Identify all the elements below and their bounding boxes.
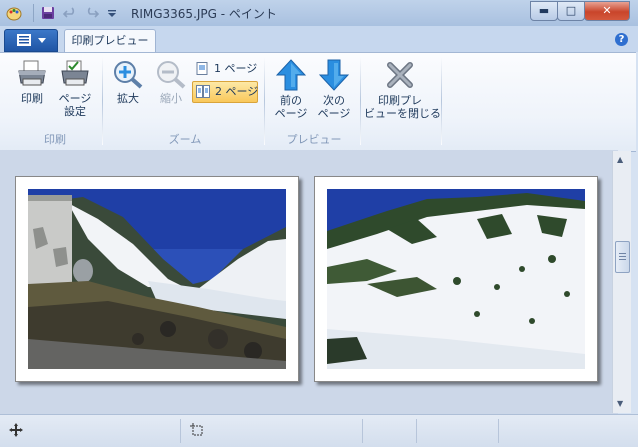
group-label-print: 印刷 — [44, 133, 66, 146]
selection-size-icon — [190, 423, 203, 436]
status-bar — [0, 414, 638, 447]
maximize-icon: □ — [565, 4, 577, 17]
close-print-preview-button[interactable]: 印刷プレ ビューを閉じる — [364, 59, 441, 120]
zoom-out-label: 縮小 — [160, 92, 182, 105]
vertical-scrollbar[interactable]: ▲ ▼ — [612, 151, 631, 413]
previous-page-button[interactable]: 前の ページ — [270, 59, 312, 120]
one-page-label: 1 ページ — [214, 62, 258, 75]
title-divider — [33, 4, 34, 22]
app-menu-button[interactable] — [4, 29, 58, 52]
undo-icon[interactable] — [62, 5, 78, 21]
save-icon[interactable] — [40, 5, 56, 21]
ribbon-panel: 印刷 ページ 設定 印刷 拡大 縮小 1 ページ 2 ページ ズーム 前の ペー… — [0, 52, 636, 152]
scroll-up-icon[interactable]: ▲ — [617, 155, 623, 164]
ribbon-separator — [441, 57, 442, 145]
scroll-thumb[interactable] — [615, 241, 630, 273]
minimize-icon: ▬ — [538, 4, 550, 17]
printer-icon — [18, 60, 46, 86]
window-title: RIMG3365.JPG - ペイント — [131, 7, 277, 21]
close-x-icon — [387, 62, 413, 88]
app-menu-icon — [17, 34, 31, 46]
scroll-down-icon[interactable]: ▼ — [617, 399, 623, 408]
mountain-snow-photo-2 — [327, 189, 585, 369]
redo-icon[interactable] — [84, 5, 100, 21]
print-button[interactable]: 印刷 — [12, 59, 52, 105]
dropdown-arrow-icon[interactable] — [104, 5, 120, 21]
next-page-label-1: 次の — [323, 94, 345, 107]
ribbon-tab-bar: 印刷プレビュー ? — [0, 26, 638, 53]
zoom-in-icon — [114, 61, 143, 89]
ribbon-separator — [102, 57, 103, 145]
status-cell-selection — [182, 419, 363, 443]
close-preview-label-1: 印刷プレ — [378, 94, 422, 107]
ribbon-separator — [360, 57, 361, 145]
print-label: 印刷 — [21, 92, 43, 105]
preview-page-2 — [314, 176, 598, 382]
zoom-out-button[interactable]: 縮小 — [151, 59, 191, 105]
two-page-button[interactable]: 2 ページ — [192, 81, 258, 103]
preview-page-1 — [15, 176, 299, 382]
page-setup-label-2: 設定 — [64, 105, 86, 118]
status-cell-position — [0, 419, 181, 443]
page-setup-icon — [61, 60, 89, 86]
next-page-button[interactable]: 次の ページ — [313, 59, 355, 120]
arrow-down-icon — [318, 59, 350, 91]
close-preview-label-2: ビューを閉じる — [364, 107, 441, 120]
close-button[interactable]: ✕ — [584, 1, 630, 21]
move-cursor-icon — [9, 423, 23, 437]
one-page-button[interactable]: 1 ページ — [192, 59, 278, 79]
zoom-out-icon — [157, 61, 186, 89]
minimize-button[interactable]: ▬ — [530, 1, 558, 21]
chevron-down-icon — [38, 38, 46, 43]
help-icon[interactable]: ? — [615, 33, 628, 46]
close-icon: ✕ — [602, 4, 612, 17]
status-cell — [418, 419, 499, 443]
page-setup-label-1: ページ — [58, 92, 92, 105]
one-page-icon — [196, 62, 208, 75]
mountain-snow-photo-1 — [28, 189, 286, 369]
zoom-in-label: 拡大 — [117, 92, 139, 105]
two-page-label: 2 ページ — [215, 85, 259, 98]
two-page-icon — [196, 85, 210, 98]
next-page-label-2: ページ — [317, 107, 351, 120]
ribbon-separator — [264, 57, 265, 145]
title-bar: RIMG3365.JPG - ペイント ▬ □ ✕ — [0, 0, 638, 27]
zoom-in-button[interactable]: 拡大 — [108, 59, 148, 105]
group-label-zoom: ズーム — [168, 133, 202, 146]
arrow-up-icon — [275, 59, 307, 91]
paint-app-icon[interactable] — [6, 5, 22, 21]
group-label-preview: プレビュー — [286, 133, 342, 146]
maximize-button[interactable]: □ — [557, 1, 585, 21]
page-setup-button[interactable]: ページ 設定 — [55, 59, 95, 118]
tab-print-preview[interactable]: 印刷プレビュー — [64, 29, 156, 53]
status-cell — [364, 419, 417, 443]
previous-page-label-1: 前の — [280, 94, 302, 107]
previous-page-label-2: ページ — [274, 107, 308, 120]
